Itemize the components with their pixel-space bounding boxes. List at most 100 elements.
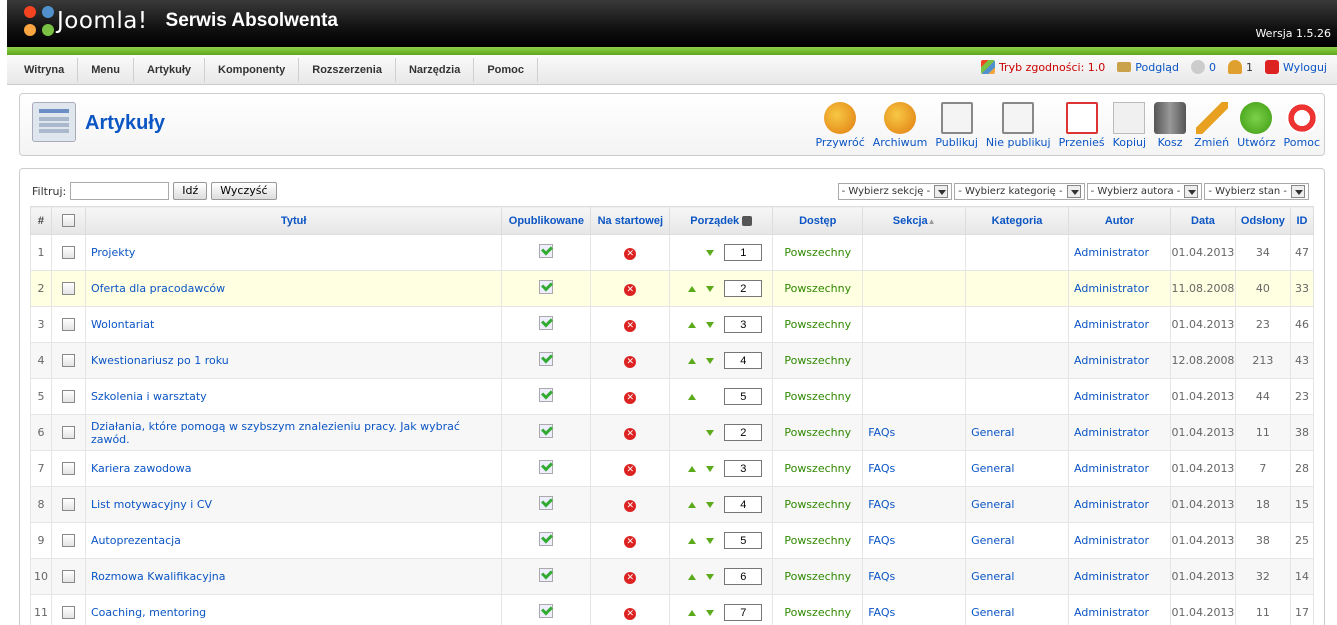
publish-button[interactable]: Publikuj xyxy=(931,102,982,149)
move-button[interactable]: Przenieś xyxy=(1055,102,1109,149)
row-checkbox[interactable] xyxy=(61,606,75,620)
not-frontpage-icon[interactable]: ✕ xyxy=(624,535,637,548)
move-up-icon[interactable] xyxy=(688,537,697,544)
article-title-link[interactable]: Szkolenia i warsztaty xyxy=(84,378,503,415)
order-input[interactable] xyxy=(724,388,763,405)
category-link[interactable] xyxy=(965,342,1069,379)
move-up-icon[interactable] xyxy=(688,393,697,400)
access-link[interactable]: Powszechny xyxy=(772,594,864,625)
section-link[interactable] xyxy=(862,342,967,379)
category-link[interactable]: General xyxy=(965,522,1069,559)
category-link[interactable] xyxy=(965,378,1069,415)
row-checkbox[interactable] xyxy=(61,390,75,404)
published-icon[interactable] xyxy=(539,568,554,582)
section-link[interactable]: FAQs xyxy=(862,594,967,625)
unpublish-button[interactable]: Nie publikuj xyxy=(982,102,1055,149)
section-select[interactable]: - Wybierz sekcję - xyxy=(837,183,953,200)
order-input[interactable] xyxy=(724,496,763,513)
menu-item-4[interactable]: Rozszerzenia xyxy=(299,58,396,82)
order-input[interactable] xyxy=(724,460,763,477)
col-order[interactable]: Porządek xyxy=(669,206,774,235)
preview-link[interactable]: Podgląd xyxy=(1117,61,1179,74)
access-link[interactable]: Powszechny xyxy=(772,522,864,559)
access-link[interactable]: Powszechny xyxy=(772,450,864,487)
col-title[interactable]: Tytuł xyxy=(84,206,503,235)
article-title-link[interactable]: Kariera zawodowa xyxy=(84,450,503,487)
access-link[interactable]: Powszechny xyxy=(772,342,864,379)
article-title-link[interactable]: Oferta dla pracodawców xyxy=(84,270,503,307)
messages-link[interactable]: 0 xyxy=(1191,60,1216,74)
author-link[interactable]: Administrator xyxy=(1068,306,1171,343)
archive-button[interactable]: Archiwum xyxy=(869,102,932,149)
category-link[interactable]: General xyxy=(965,414,1069,451)
article-title-link[interactable]: Działania, które pomogą w szybszym znale… xyxy=(84,414,503,451)
author-link[interactable]: Administrator xyxy=(1068,486,1171,523)
not-frontpage-icon[interactable]: ✕ xyxy=(624,427,637,440)
filter-reset-button[interactable]: Wyczyść xyxy=(211,182,277,200)
order-input[interactable] xyxy=(724,280,763,297)
move-down-icon[interactable] xyxy=(706,537,715,544)
filter-input[interactable] xyxy=(70,182,170,200)
copy-button[interactable]: Kopiuj xyxy=(1109,102,1150,149)
row-checkbox[interactable] xyxy=(61,534,75,548)
section-link[interactable] xyxy=(862,378,967,415)
trash-button[interactable]: Kosz xyxy=(1150,102,1190,149)
published-icon[interactable] xyxy=(539,460,554,474)
menu-item-5[interactable]: Narzędzia xyxy=(396,58,475,82)
category-select[interactable]: - Wybierz kategorię - xyxy=(954,183,1085,200)
edit-button[interactable]: Zmień xyxy=(1190,102,1233,149)
select-all-checkbox[interactable] xyxy=(61,214,75,227)
col-author[interactable]: Autor xyxy=(1068,206,1171,235)
not-frontpage-icon[interactable]: ✕ xyxy=(624,355,637,368)
col-published[interactable]: Opublikowane xyxy=(501,206,592,235)
article-title-link[interactable]: List motywacyjny i CV xyxy=(84,486,503,523)
col-category[interactable]: Kategoria xyxy=(965,206,1069,235)
help-button[interactable]: Pomoc xyxy=(1280,102,1324,149)
article-title-link[interactable]: Rozmowa Kwalifikacyjna xyxy=(84,558,503,595)
category-link[interactable]: General xyxy=(965,450,1069,487)
order-input[interactable] xyxy=(724,352,763,369)
col-hits[interactable]: Odsłony xyxy=(1234,206,1291,235)
col-frontpage[interactable]: Na startowej xyxy=(590,206,671,235)
section-link[interactable] xyxy=(862,306,967,343)
published-icon[interactable] xyxy=(539,496,554,510)
order-input[interactable] xyxy=(724,532,763,549)
published-icon[interactable] xyxy=(539,532,554,546)
move-down-icon[interactable] xyxy=(706,249,715,256)
access-link[interactable]: Powszechny xyxy=(772,486,864,523)
article-title-link[interactable]: Wolontariat xyxy=(84,306,503,343)
order-input[interactable] xyxy=(724,244,763,261)
article-title-link[interactable]: Kwestionariusz po 1 roku xyxy=(84,342,503,379)
section-link[interactable] xyxy=(862,270,967,307)
col-date[interactable]: Data xyxy=(1169,206,1236,235)
move-up-icon[interactable] xyxy=(688,357,697,364)
author-link[interactable]: Administrator xyxy=(1068,378,1171,415)
move-up-icon[interactable] xyxy=(688,573,697,580)
access-link[interactable]: Powszechny xyxy=(772,270,864,307)
row-checkbox[interactable] xyxy=(61,318,75,332)
menu-item-6[interactable]: Pomoc xyxy=(474,58,538,82)
move-down-icon[interactable] xyxy=(706,357,715,364)
section-link[interactable]: FAQs xyxy=(862,414,967,451)
filter-go-button[interactable]: Idź xyxy=(173,182,208,200)
author-link[interactable]: Administrator xyxy=(1068,594,1171,625)
logout-link[interactable]: Wyloguj xyxy=(1265,60,1327,74)
not-frontpage-icon[interactable]: ✕ xyxy=(624,463,637,476)
published-icon[interactable] xyxy=(539,352,554,366)
section-link[interactable]: FAQs xyxy=(862,450,967,487)
category-link[interactable] xyxy=(965,234,1069,271)
move-up-icon[interactable] xyxy=(688,321,697,328)
published-icon[interactable] xyxy=(539,388,554,402)
move-up-icon[interactable] xyxy=(688,609,697,616)
article-title-link[interactable]: Projekty xyxy=(84,234,503,271)
menu-item-1[interactable]: Menu xyxy=(78,58,134,82)
move-down-icon[interactable] xyxy=(706,285,715,292)
published-icon[interactable] xyxy=(539,280,554,294)
author-link[interactable]: Administrator xyxy=(1068,414,1171,451)
section-link[interactable]: FAQs xyxy=(862,522,967,559)
author-link[interactable]: Administrator xyxy=(1068,270,1171,307)
move-up-icon[interactable] xyxy=(688,501,697,508)
row-checkbox[interactable] xyxy=(61,282,75,296)
not-frontpage-icon[interactable]: ✕ xyxy=(624,571,637,584)
move-down-icon[interactable] xyxy=(706,321,715,328)
